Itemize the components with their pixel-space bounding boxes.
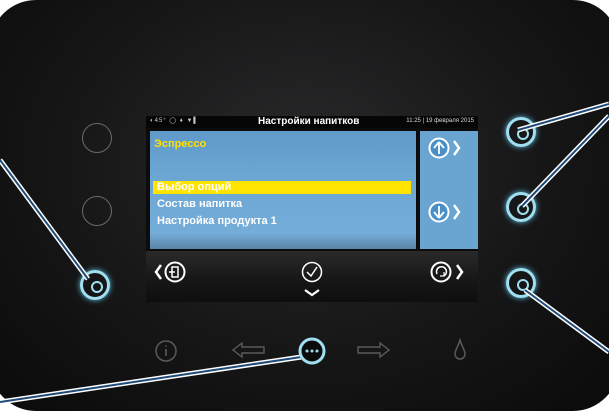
more-icon[interactable] [297,336,327,366]
menu-item-composition[interactable]: Состав напитка [153,198,411,211]
right-button-1[interactable] [506,117,536,147]
left-button-2[interactable] [82,196,112,226]
status-bar: ◐45° ◯ ♦ ▼▌ Настройки напитков 11:25 | 1… [146,116,478,128]
check-icon[interactable] [301,261,323,283]
date-time: 11:25 | 19 февраля 2015 [406,118,474,124]
status-indicators: ◐45° ◯ ♦ ▼▌ [150,118,199,124]
display-screen: ◐45° ◯ ♦ ▼▌ Настройки напитков 11:25 | 1… [146,116,478,302]
left-button-3[interactable] [80,270,110,300]
arrow-right-icon[interactable] [356,341,390,359]
chevron-left-icon [154,264,162,280]
right-button-3[interactable] [506,268,536,298]
action-bar [146,251,478,302]
refresh-icon[interactable] [430,261,452,283]
arrow-left-icon[interactable] [232,341,266,359]
scroll-column [420,131,478,249]
menu-title: Эспрессо [154,138,207,150]
left-button-1[interactable] [82,123,112,153]
chevron-right-icon [456,264,464,280]
info-icon[interactable] [154,339,178,363]
water-drop-icon[interactable] [452,338,468,362]
chevron-down-icon [304,289,320,297]
menu-panel-shade [150,233,416,249]
chevron-right-icon [453,204,461,220]
screen-title: Настройки напитков [258,116,360,127]
exit-icon[interactable] [164,261,186,283]
menu-item-product-setup[interactable]: Настройка продукта 1 [153,215,411,228]
menu-item-options[interactable]: Выбор опций [153,181,411,194]
down-arrow-icon[interactable] [428,201,450,223]
right-button-2[interactable] [506,192,536,222]
control-panel: ◐45° ◯ ♦ ▼▌ Настройки напитков 11:25 | 1… [0,0,609,411]
menu-panel: Эспрессо Выбор опций Состав напитка Наст… [150,131,416,249]
chevron-right-icon [453,140,461,156]
up-arrow-icon[interactable] [428,137,450,159]
